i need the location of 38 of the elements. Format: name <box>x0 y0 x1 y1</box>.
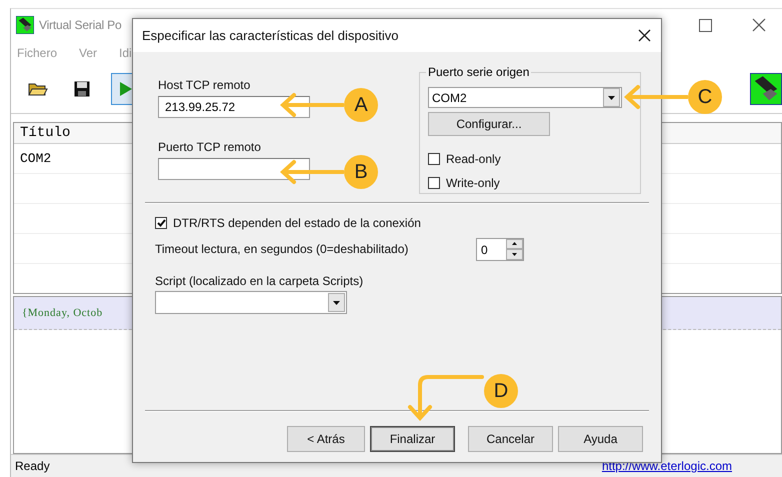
window-title: Virtual Serial Po <box>39 18 122 32</box>
dialog-button[interactable]: Cancelar <box>468 426 553 452</box>
dropdown[interactable] <box>155 291 347 314</box>
checkbox-label: DTR/RTS dependen del estado de la conexión <box>173 216 421 230</box>
down-icon[interactable] <box>512 252 517 256</box>
callout-arrow <box>280 159 344 185</box>
dialog-button[interactable]: Ayuda <box>558 426 643 452</box>
up-icon[interactable] <box>512 242 517 246</box>
callout-arrow <box>280 92 344 118</box>
input-field[interactable]: 213.99.25.72 <box>158 96 310 118</box>
status-text: Ready <box>15 459 50 473</box>
spin-field[interactable]: 0 <box>476 238 524 260</box>
dropdown[interactable]: COM2 <box>428 87 622 108</box>
close-icon[interactable] <box>638 29 651 42</box>
checkbox[interactable] <box>428 177 440 190</box>
field-label: Puerto TCP remoto <box>158 140 262 154</box>
dialog-button[interactable]: Finalizar <box>370 426 455 452</box>
table-cell-text: COM2 <box>19 151 52 166</box>
column-header: Título <box>19 124 70 143</box>
checkbox-label: Read-only <box>446 152 501 166</box>
checkbox[interactable] <box>155 217 167 229</box>
log-entry: {Monday, Octob <box>21 307 103 319</box>
dialog-title: Especificar las características del dispositivo <box>142 28 398 43</box>
connector-icon <box>16 16 34 34</box>
field-label: Host TCP remoto <box>158 78 252 92</box>
input-field[interactable] <box>158 158 310 180</box>
configure-button[interactable]: Configurar... <box>428 112 550 136</box>
caret-icon <box>333 300 340 304</box>
connector-icon <box>750 73 782 105</box>
checkbox-label: Write-only <box>446 176 500 190</box>
field-label: Timeout lectura, en segundos (0=deshabilitado) <box>155 242 408 256</box>
group-title: Puerto serie origen <box>426 65 532 79</box>
field-label: Script (localizado en la carpeta Scripts) <box>155 274 364 288</box>
callout-arrow <box>624 84 688 110</box>
caret-icon <box>608 96 615 100</box>
dialog-button[interactable]: < Atrás <box>287 426 365 452</box>
checkbox[interactable] <box>428 153 440 166</box>
website-link[interactable]: http://www.eterlogic.com <box>602 459 732 473</box>
